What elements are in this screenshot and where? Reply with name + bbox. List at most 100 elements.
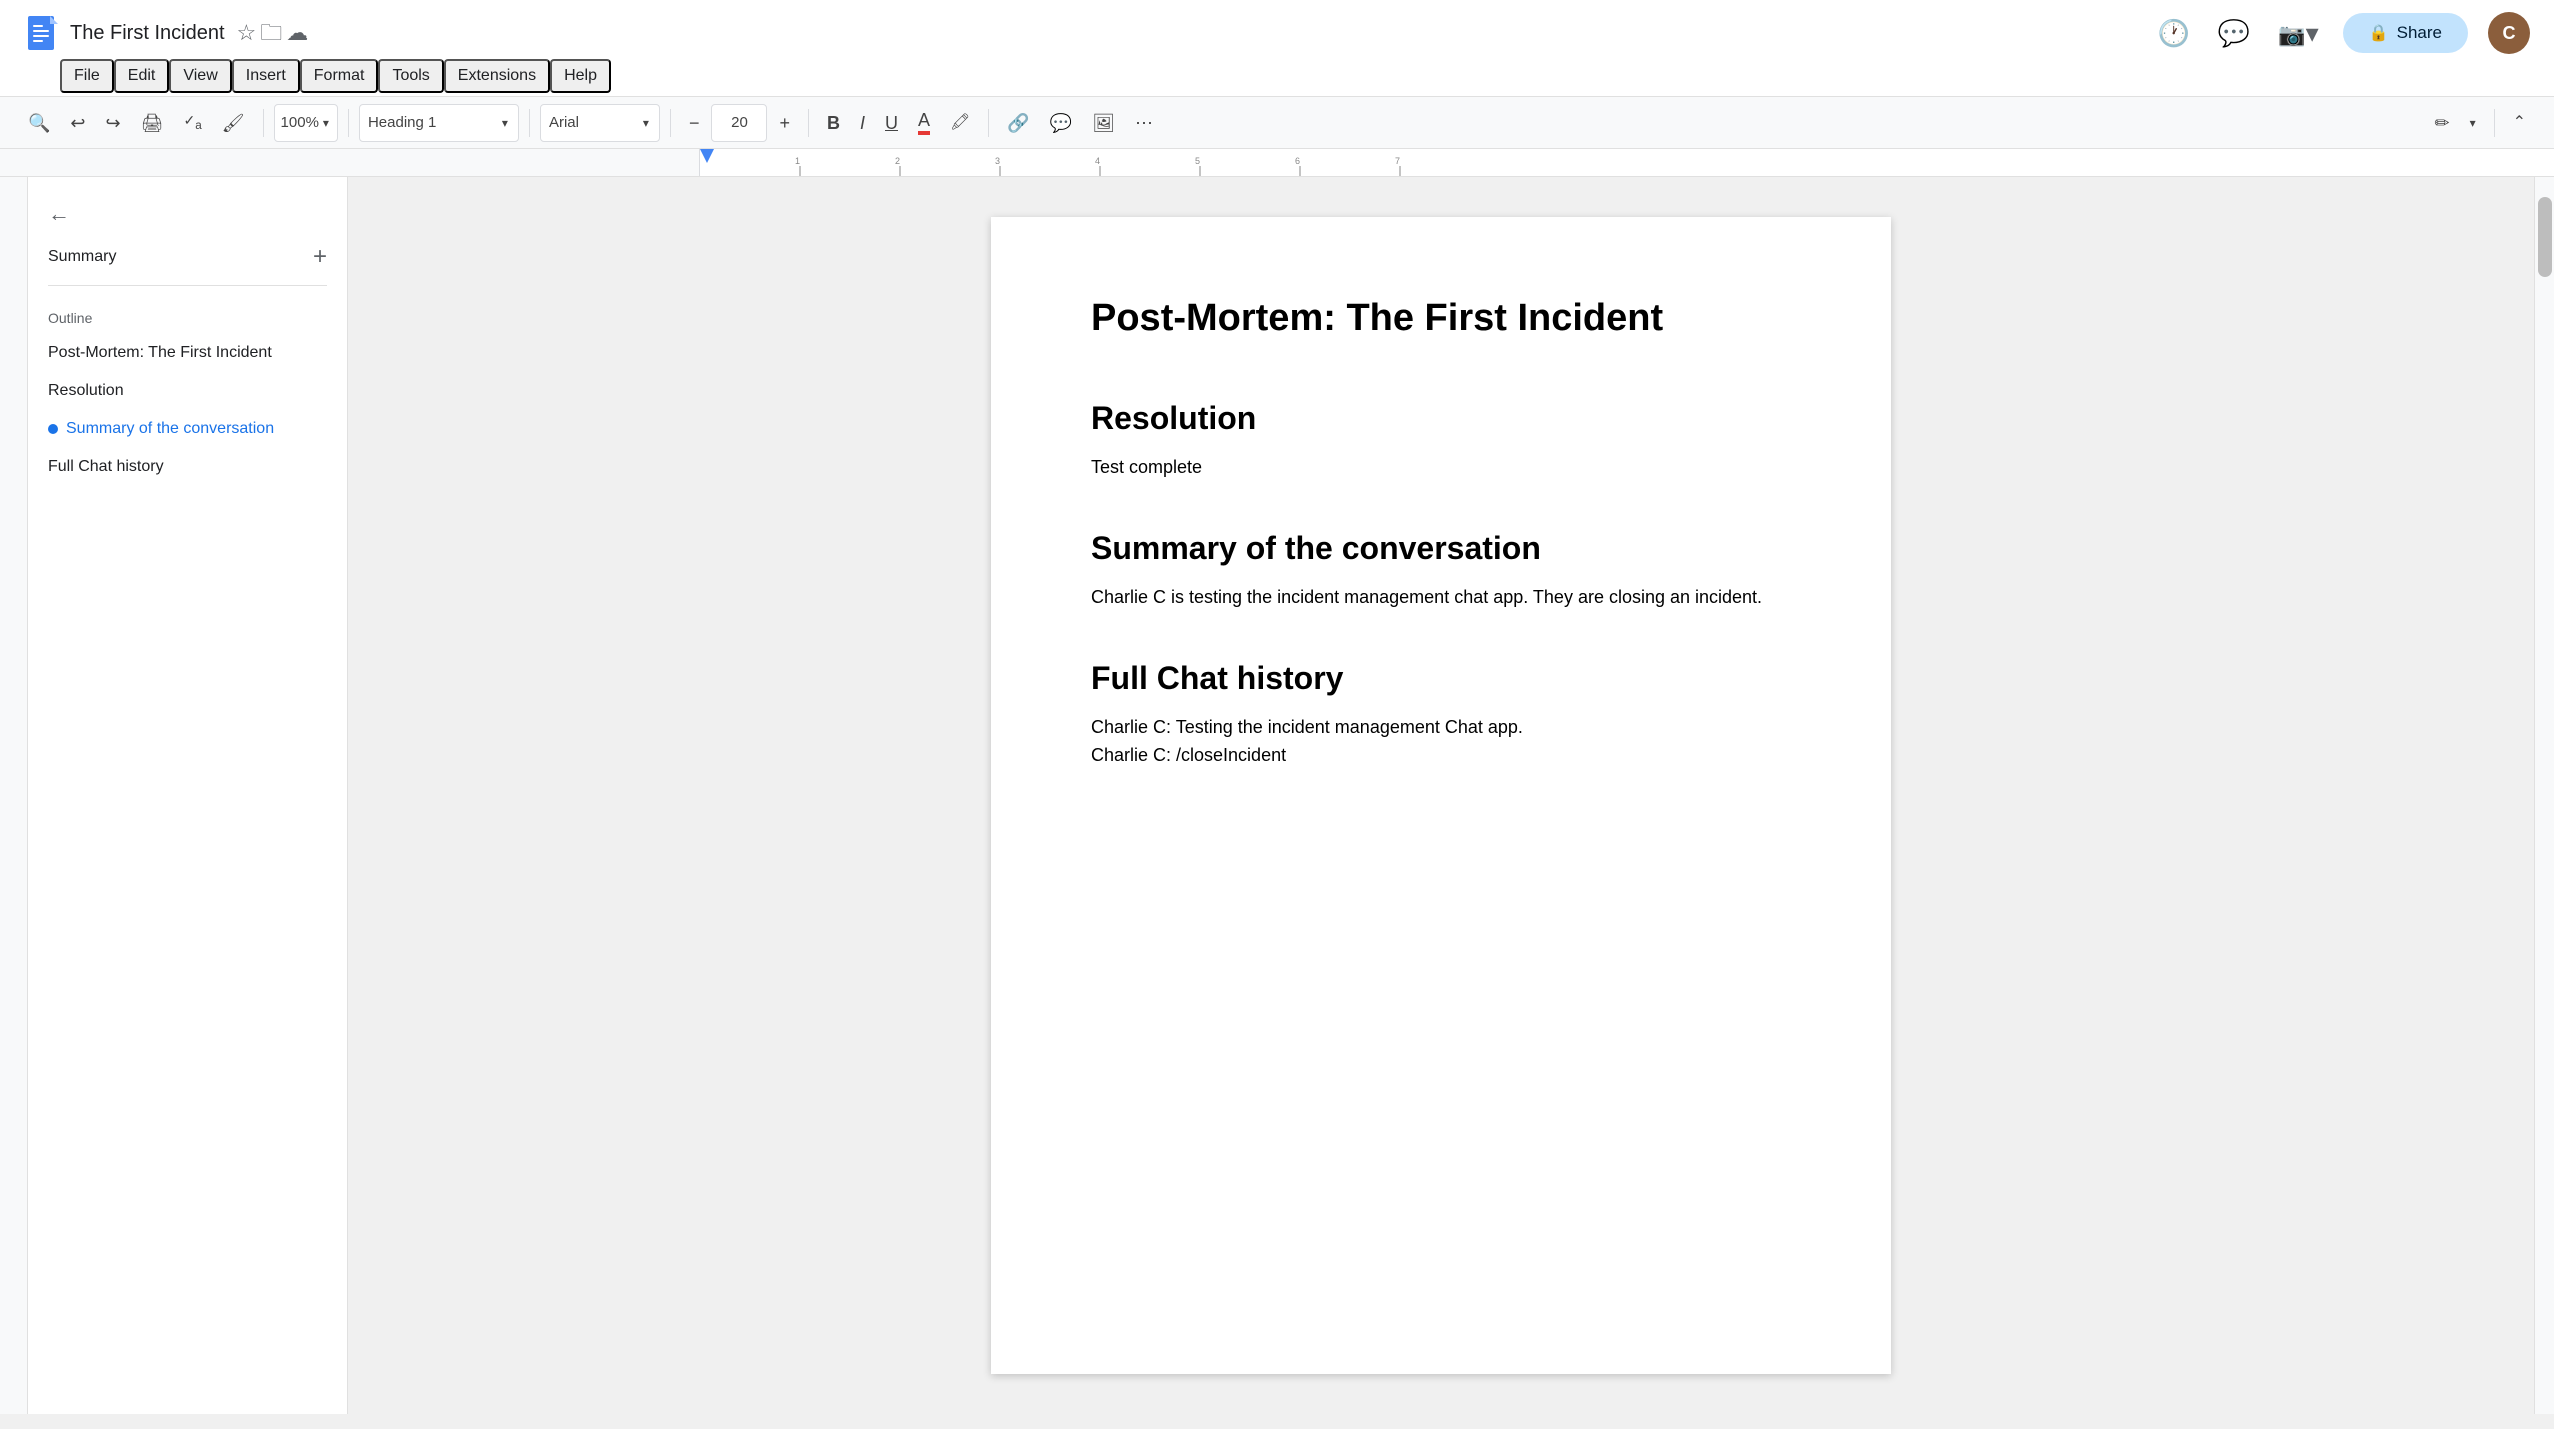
print-button[interactable]: 🖨 xyxy=(133,108,172,138)
collapse-button[interactable]: ⌃ xyxy=(2505,109,2534,137)
paintformat-button[interactable]: 🖌 xyxy=(214,108,253,138)
section-summary: Summary of the conversation Charlie C is… xyxy=(1091,530,1791,612)
outline-panel: ← Summary + Outline Post-Mortem: The Fir… xyxy=(28,177,348,1414)
scrollbar-thumb[interactable] xyxy=(2538,197,2552,277)
svg-text:5: 5 xyxy=(1195,156,1200,166)
image-button[interactable]: 🖼 xyxy=(1084,108,1123,138)
highlight-button[interactable]: 🖍 xyxy=(942,109,978,137)
zoom-control: 100% ▾ xyxy=(274,104,338,142)
svg-text:6: 6 xyxy=(1295,156,1300,166)
link-button[interactable]: 🔗 xyxy=(999,108,1037,138)
section-resolution-body: Test complete xyxy=(1091,453,1791,482)
font-size-increase[interactable]: + xyxy=(771,108,798,138)
ruler-ticks: 1 2 3 4 5 6 7 xyxy=(700,149,2554,176)
separator-5 xyxy=(808,109,809,137)
menu-view[interactable]: View xyxy=(169,59,231,93)
main-layout: ← Summary + Outline Post-Mortem: The Fir… xyxy=(0,177,2554,1414)
editing-mode-button[interactable]: ✏ xyxy=(2426,108,2457,138)
menu-format[interactable]: Format xyxy=(300,59,379,93)
back-button[interactable]: ← xyxy=(48,201,70,227)
undo-button[interactable]: ↩ xyxy=(62,108,93,138)
section-resolution-heading: Resolution xyxy=(1091,400,1791,437)
bold-button[interactable]: B xyxy=(819,108,848,138)
separator-7 xyxy=(2494,109,2495,137)
separator-6 xyxy=(988,109,989,137)
svg-text:7: 7 xyxy=(1395,156,1400,166)
toolbar: 🔍 ↩ ↪ 🖨 ✓a 🖌 100% ▾ Heading 1 ▾ Arial ▾ … xyxy=(0,97,2554,149)
lock-icon: 🔒 xyxy=(2369,23,2389,43)
menu-edit[interactable]: Edit xyxy=(114,59,170,93)
redo-button[interactable]: ↪ xyxy=(98,108,129,138)
svg-text:4: 4 xyxy=(1095,156,1100,166)
zoom-value: 100% xyxy=(281,114,319,131)
color-bar xyxy=(918,131,930,135)
outline-item-3[interactable]: Full Chat history xyxy=(48,456,327,478)
ruler-left-margin xyxy=(350,149,700,176)
font-value: Arial xyxy=(549,114,579,131)
separator-2 xyxy=(348,109,349,137)
menu-insert[interactable]: Insert xyxy=(232,59,300,93)
font-size-box[interactable]: 20 xyxy=(711,104,767,142)
svg-text:2: 2 xyxy=(895,156,900,166)
heading-style-dropdown[interactable]: ▾ xyxy=(500,115,510,131)
document-area[interactable]: Post-Mortem: The First Incident Resoluti… xyxy=(348,177,2534,1414)
toolbar-right: ✏ ▾ ⌃ xyxy=(2426,108,2534,138)
doc-title: The First Incident xyxy=(70,22,225,45)
doc-title-heading: Post-Mortem: The First Incident xyxy=(1091,297,1791,340)
left-panel xyxy=(0,177,28,1414)
section-chat-heading: Full Chat history xyxy=(1091,660,1791,697)
section-chat: Full Chat history Charlie C: Testing the… xyxy=(1091,660,1791,771)
star-button[interactable]: ☆ xyxy=(235,20,259,46)
outline-items: Post-Mortem: The First Incident Resoluti… xyxy=(48,342,327,478)
section-resolution: Resolution Test complete xyxy=(1091,400,1791,482)
separator-3 xyxy=(529,109,530,137)
title-menu-area: The First Incident ☆ 🗀 ☁ 🕐 💬 📷▾ 🔒 Share … xyxy=(0,0,2554,97)
svg-text:1: 1 xyxy=(795,156,800,166)
share-label: Share xyxy=(2397,23,2442,43)
section-summary-body: Charlie C is testing the incident manage… xyxy=(1091,583,1791,612)
document-page: Post-Mortem: The First Incident Resoluti… xyxy=(991,217,1891,1374)
font-control: Arial ▾ xyxy=(540,104,660,142)
summary-label: Summary xyxy=(48,248,116,266)
share-button[interactable]: 🔒 Share xyxy=(2343,13,2468,53)
underline-button[interactable]: U xyxy=(877,108,906,138)
font-dropdown[interactable]: ▾ xyxy=(641,115,651,131)
separator-1 xyxy=(263,109,264,137)
svg-text:3: 3 xyxy=(995,156,1000,166)
cloud-button[interactable]: ☁ xyxy=(284,20,310,46)
title-row: The First Incident ☆ 🗀 ☁ 🕐 💬 📷▾ 🔒 Share … xyxy=(0,0,2554,56)
comment-button[interactable]: 💬 xyxy=(1042,108,1080,138)
font-size-decrease[interactable]: − xyxy=(681,108,708,138)
avatar: C xyxy=(2488,12,2530,54)
title-right-actions: 🕐 💬 📷▾ 🔒 Share C xyxy=(2153,12,2530,54)
zoom-dropdown[interactable]: ▾ xyxy=(321,115,331,131)
outline-item-1[interactable]: Resolution xyxy=(48,380,327,402)
outline-item-2[interactable]: Summary of the conversation xyxy=(48,418,327,440)
heading-style-value: Heading 1 xyxy=(368,114,436,131)
text-color-button[interactable]: A xyxy=(910,105,938,141)
more-button[interactable]: ⋯ xyxy=(1127,108,1161,138)
text-color-icon: A xyxy=(918,110,930,130)
search-button[interactable]: 🔍 xyxy=(20,108,58,138)
editing-dropdown[interactable]: ▾ xyxy=(2462,111,2484,135)
ruler-inner: 1 2 3 4 5 6 7 xyxy=(700,149,2554,176)
spellcheck-button[interactable]: ✓a xyxy=(175,107,209,137)
outline-section-label: Outline xyxy=(48,310,327,326)
outline-header: Summary + xyxy=(48,245,327,269)
menu-bar: File Edit View Insert Format Tools Exten… xyxy=(0,56,2554,96)
folder-button[interactable]: 🗀 xyxy=(258,20,284,46)
menu-tools[interactable]: Tools xyxy=(378,59,443,93)
outline-divider xyxy=(48,285,327,286)
menu-extensions[interactable]: Extensions xyxy=(444,59,550,93)
heading-style-control: Heading 1 ▾ xyxy=(359,104,519,142)
video-button[interactable]: 📷▾ xyxy=(2274,16,2322,50)
history-button[interactable]: 🕐 xyxy=(2153,16,2193,50)
comments-button[interactable]: 💬 xyxy=(2214,16,2254,50)
ruler: 1 2 3 4 5 6 7 xyxy=(0,149,2554,177)
docs-icon xyxy=(24,12,58,54)
italic-button[interactable]: I xyxy=(852,108,873,138)
outline-item-0[interactable]: Post-Mortem: The First Incident xyxy=(48,342,327,364)
menu-help[interactable]: Help xyxy=(550,59,611,93)
menu-file[interactable]: File xyxy=(60,59,114,93)
add-outline-button[interactable]: + xyxy=(313,245,327,269)
